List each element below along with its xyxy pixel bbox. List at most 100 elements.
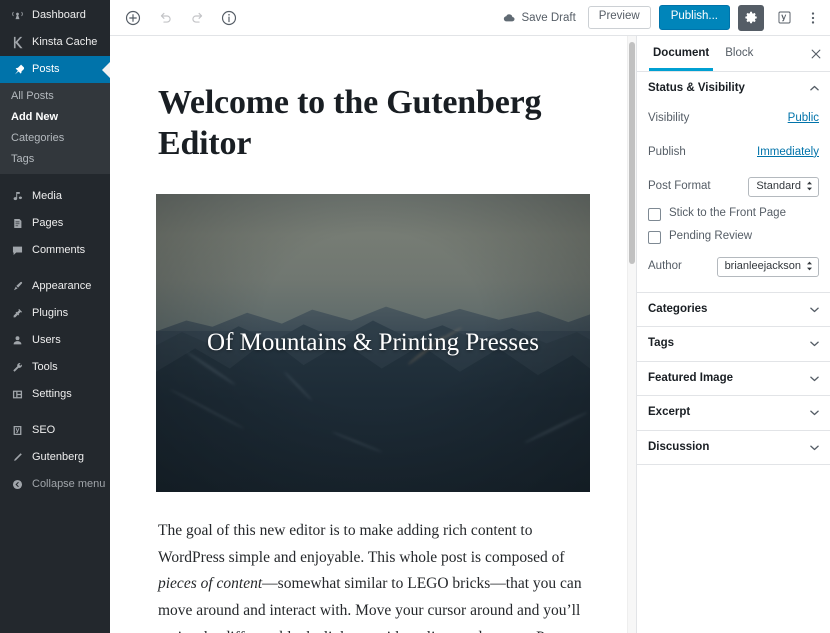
menu-divider — [0, 264, 110, 273]
plus-circle-icon[interactable] — [122, 7, 144, 29]
sidebar-item-comments[interactable]: Comments — [0, 237, 110, 264]
sidebar-item-label: Users — [32, 335, 61, 346]
stick-front-page-checkbox[interactable] — [648, 208, 661, 221]
panel-title: Discussion — [648, 442, 709, 454]
chevron-down-icon — [809, 407, 820, 418]
visibility-value-button[interactable]: Public — [788, 113, 819, 125]
sidebar-item-dashboard[interactable]: Dashboard — [0, 2, 110, 29]
wrench-icon — [9, 361, 26, 375]
panel-header-categories[interactable]: Categories — [637, 293, 830, 327]
redo-icon[interactable] — [186, 7, 208, 29]
checkbox-row-pending-review[interactable]: Pending Review — [648, 231, 819, 244]
panel-header-featured-image[interactable]: Featured Image — [637, 362, 830, 396]
toolbar-right-group: Save Draft Preview Publish... — [497, 5, 822, 31]
sidebar-item-label: Collapse menu — [32, 479, 105, 490]
submenu-item-add-new[interactable]: Add New — [0, 107, 110, 128]
panel-header-excerpt[interactable]: Excerpt — [637, 396, 830, 430]
sidebar-tabs: Document Block — [637, 36, 830, 72]
save-draft-button[interactable]: Save Draft — [497, 10, 579, 26]
kinsta-k-icon — [9, 36, 26, 50]
editor-toolbar: Save Draft Preview Publish... — [110, 0, 830, 36]
author-select[interactable]: brianleejackson — [717, 257, 819, 277]
toolbar-left-group — [122, 7, 240, 29]
media-icon — [9, 190, 26, 204]
checkbox-row-stick-front-page[interactable]: Stick to the Front Page — [648, 208, 819, 221]
post-format-select[interactable]: Standard — [748, 177, 819, 197]
author-value: brianleejackson — [725, 261, 801, 272]
sidebar-item-media[interactable]: Media — [0, 183, 110, 210]
chevron-down-icon — [809, 304, 820, 315]
editor-canvas[interactable]: Welcome to the Gutenberg Editor — [110, 36, 636, 633]
pending-review-checkbox[interactable] — [648, 231, 661, 244]
sidebar-item-plugins[interactable]: Plugins — [0, 300, 110, 327]
row-publish: Publish Immediately — [648, 140, 819, 166]
sidebar-item-kinsta-cache[interactable]: Kinsta Cache — [0, 29, 110, 56]
panel-body-status-visibility: Visibility Public Publish Immediately Po… — [637, 106, 830, 292]
undo-icon[interactable] — [154, 7, 176, 29]
scrollbar-thumb[interactable] — [629, 42, 635, 264]
save-draft-label: Save Draft — [521, 12, 575, 24]
gear-icon[interactable] — [738, 5, 764, 31]
sidebar-item-label: Settings — [32, 389, 72, 400]
select-arrows-icon — [806, 261, 813, 271]
cover-overlay-text[interactable]: Of Mountains & Printing Presses — [156, 328, 590, 358]
panel-header-status-visibility[interactable]: Status & Visibility — [637, 72, 830, 106]
collapse-arrow-icon — [9, 478, 26, 492]
sidebar-item-settings[interactable]: Settings — [0, 381, 110, 408]
chevron-up-icon — [809, 83, 820, 94]
sidebar-item-pages[interactable]: Pages — [0, 210, 110, 237]
panel-title: Tags — [648, 338, 674, 350]
plug-icon — [9, 307, 26, 321]
post-title[interactable]: Welcome to the Gutenberg Editor — [156, 82, 590, 165]
panel-title: Status & Visibility — [648, 83, 745, 95]
panel-status-visibility: Status & Visibility Visibility Public Pu… — [637, 72, 830, 293]
panel-featured-image: Featured Image — [637, 362, 830, 397]
author-label: Author — [648, 261, 682, 273]
sidebar-item-label: Posts — [32, 64, 60, 75]
panel-header-discussion[interactable]: Discussion — [637, 431, 830, 465]
comments-icon — [9, 244, 26, 258]
panel-tags: Tags — [637, 327, 830, 362]
pages-icon — [9, 217, 26, 231]
yoast-logo-icon[interactable] — [772, 6, 796, 30]
sidebar-item-appearance[interactable]: Appearance — [0, 273, 110, 300]
tab-document[interactable]: Document — [645, 37, 717, 70]
pin-icon — [9, 63, 26, 77]
stick-front-page-label: Stick to the Front Page — [669, 208, 786, 220]
cover-block[interactable]: Of Mountains & Printing Presses — [156, 194, 590, 492]
sidebar-item-gutenberg[interactable]: Gutenberg — [0, 444, 110, 471]
post-format-label: Post Format — [648, 181, 711, 193]
submenu-item-tags[interactable]: Tags — [0, 149, 110, 170]
admin-sidebar: Dashboard Kinsta Cache Posts All Posts A… — [0, 0, 110, 633]
sidebar-item-posts[interactable]: Posts — [0, 56, 110, 83]
panel-header-tags[interactable]: Tags — [637, 327, 830, 361]
tab-block[interactable]: Block — [717, 37, 761, 70]
panel-categories: Categories — [637, 293, 830, 328]
editor-scrollbar[interactable] — [627, 36, 636, 633]
sidebar-item-tools[interactable]: Tools — [0, 354, 110, 381]
sidebar-item-collapse-menu[interactable]: Collapse menu — [0, 471, 110, 498]
editor-content-column: Welcome to the Gutenberg Editor — [156, 36, 590, 633]
close-icon[interactable] — [804, 42, 828, 66]
sidebar-item-label: Kinsta Cache — [32, 37, 97, 48]
submenu-item-all-posts[interactable]: All Posts — [0, 86, 110, 107]
sidebar-item-label: Tools — [32, 362, 58, 373]
submenu-item-categories[interactable]: Categories — [0, 128, 110, 149]
sidebar-item-users[interactable]: Users — [0, 327, 110, 354]
post-paragraph[interactable]: The goal of this new editor is to make a… — [156, 518, 590, 633]
dashboard-icon — [9, 9, 26, 23]
sidebar-item-seo[interactable]: SEO — [0, 417, 110, 444]
editor-body: Welcome to the Gutenberg Editor — [110, 36, 830, 633]
wordpress-gutenberg-editor: Dashboard Kinsta Cache Posts All Posts A… — [0, 0, 830, 633]
preview-button[interactable]: Preview — [588, 6, 651, 29]
publish-value-button[interactable]: Immediately — [757, 147, 819, 159]
sliders-icon — [9, 388, 26, 402]
posts-submenu: All Posts Add New Categories Tags — [0, 83, 110, 174]
publish-button[interactable]: Publish... — [659, 5, 730, 30]
visibility-label: Visibility — [648, 113, 689, 125]
publish-label: Publish — [648, 147, 686, 159]
paragraph-part-1: The goal of this new editor is to make a… — [158, 522, 565, 566]
info-circle-icon[interactable] — [218, 7, 240, 29]
vertical-dots-icon[interactable] — [804, 6, 822, 30]
chevron-down-icon — [809, 373, 820, 384]
